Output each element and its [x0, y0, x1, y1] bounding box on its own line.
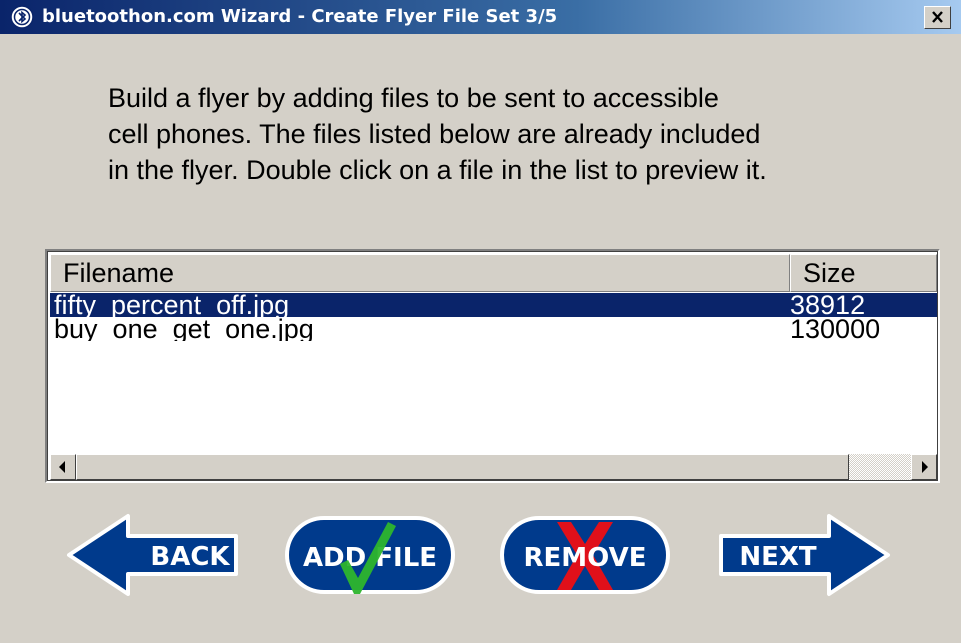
- window-title: bluetoothon.com Wizard - Create Flyer Fi…: [42, 6, 558, 27]
- scroll-thumb[interactable]: [76, 454, 849, 480]
- bluetooth-app-icon: [10, 5, 34, 29]
- list-header: Filename Size: [50, 254, 937, 292]
- file-rows: fifty_percent_off.jpg 38912 buy_one_get_…: [50, 293, 937, 341]
- column-header-size[interactable]: Size: [790, 254, 937, 292]
- file-name: buy_one_get_one.jpg: [54, 317, 314, 341]
- close-button[interactable]: [924, 6, 951, 29]
- back-label: BACK: [150, 542, 230, 572]
- file-name: fifty_percent_off.jpg: [54, 293, 290, 317]
- remove-label: REMOVE: [524, 543, 647, 573]
- add-file-button[interactable]: ADD FILE: [284, 514, 456, 596]
- table-row[interactable]: fifty_percent_off.jpg 38912: [50, 293, 937, 317]
- title-bar[interactable]: bluetoothon.com Wizard - Create Flyer Fi…: [0, 0, 961, 34]
- arrow-left-icon: [59, 461, 65, 473]
- horizontal-scrollbar[interactable]: [50, 454, 937, 480]
- instructions-text: Build a flyer by adding files to be sent…: [108, 83, 767, 185]
- next-button[interactable]: NEXT: [716, 512, 891, 598]
- back-button[interactable]: BACK: [66, 512, 241, 598]
- scroll-left-button[interactable]: [50, 454, 76, 480]
- file-list[interactable]: Filename Size fifty_percent_off.jpg 3891…: [45, 249, 940, 483]
- arrow-right-icon: [922, 461, 928, 473]
- scroll-right-button[interactable]: [911, 454, 937, 480]
- file-size: 130000: [790, 317, 881, 341]
- remove-button[interactable]: REMOVE: [499, 514, 671, 596]
- table-row[interactable]: buy_one_get_one.jpg 130000: [50, 317, 937, 341]
- file-size: 38912: [790, 293, 866, 317]
- close-icon: [932, 11, 943, 23]
- next-label: NEXT: [739, 542, 817, 572]
- column-header-filename[interactable]: Filename: [50, 254, 790, 292]
